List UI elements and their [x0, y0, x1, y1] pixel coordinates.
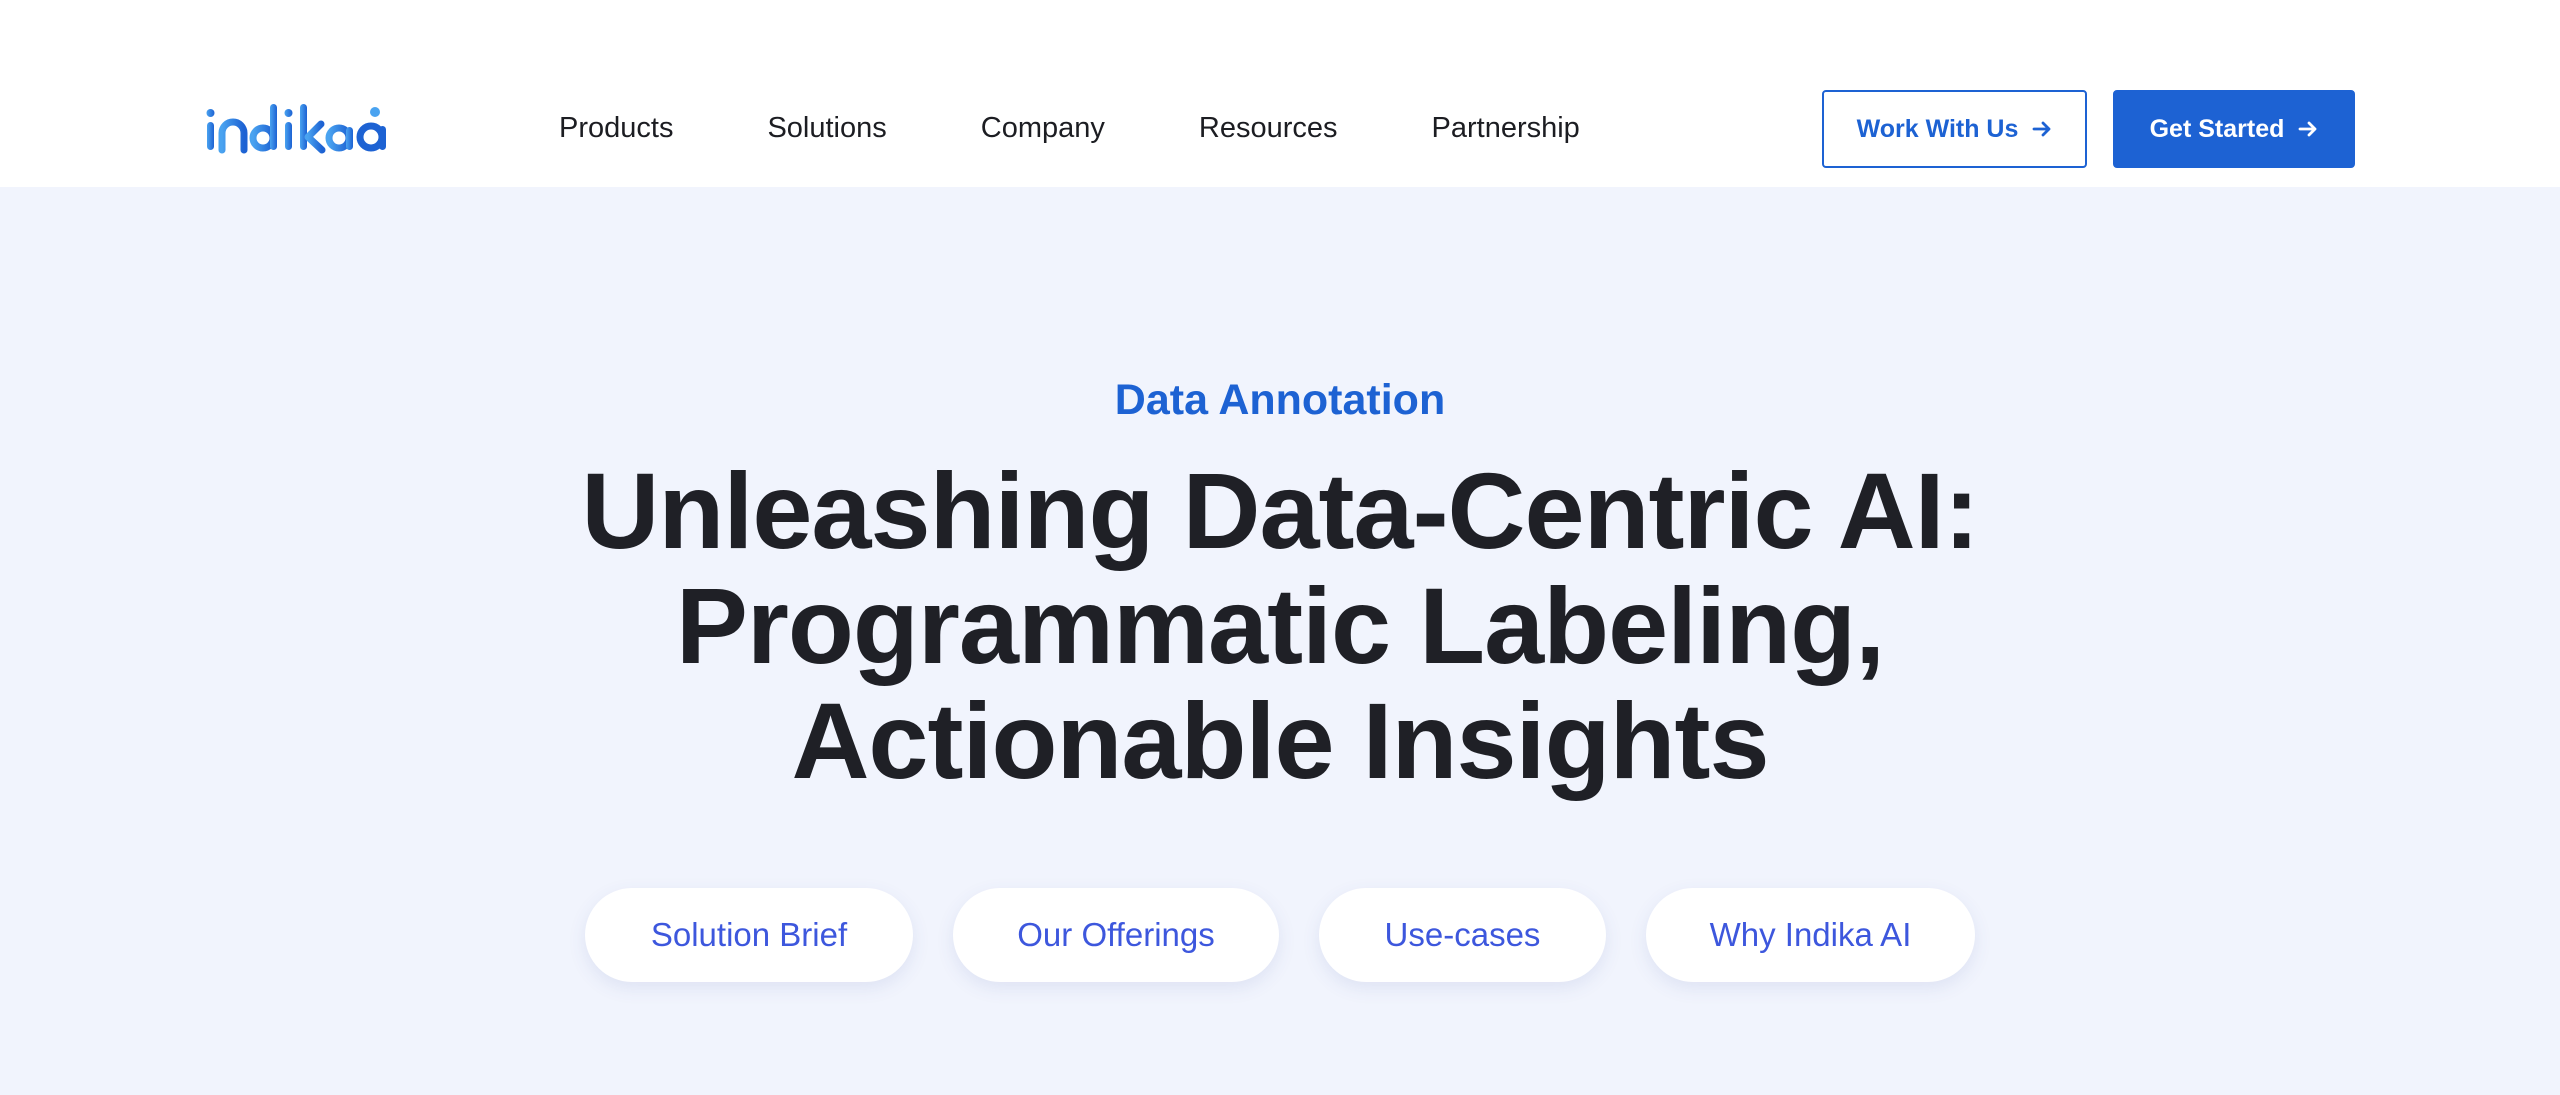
arrow-right-icon — [2298, 119, 2318, 139]
main-nav: Products Solutions Company Resources Par… — [559, 108, 1580, 148]
pill-solution-brief[interactable]: Solution Brief — [585, 888, 913, 982]
site-header: Products Solutions Company Resources Par… — [0, 0, 2560, 187]
hero-pill-links: Solution Brief Our Offerings Use-cases W… — [0, 888, 2560, 982]
hero-eyebrow: Data Annotation — [1114, 376, 1446, 424]
hero-headline-line-3: Actionable Insights — [791, 680, 1769, 801]
nav-item-products[interactable]: Products — [559, 112, 673, 145]
nav-item-company[interactable]: Company — [981, 112, 1105, 145]
work-with-us-button[interactable]: Work With Us — [1822, 90, 2087, 168]
get-started-label: Get Started — [2149, 114, 2285, 143]
indika-ai-logo-mark — [206, 104, 386, 154]
pill-our-offerings[interactable]: Our Offerings — [953, 888, 1279, 982]
work-with-us-label: Work With Us — [1856, 114, 2019, 143]
indika-ai-logo[interactable] — [205, 100, 387, 156]
pill-use-cases[interactable]: Use-cases — [1319, 888, 1606, 982]
arrow-right-icon — [2032, 119, 2052, 139]
nav-item-resources[interactable]: Resources — [1199, 112, 1338, 145]
hero-headline-line-2: Programmatic Labeling, — [675, 565, 1885, 686]
nav-item-partnership[interactable]: Partnership — [1432, 112, 1580, 145]
get-started-button[interactable]: Get Started — [2113, 90, 2355, 168]
hero-headline-line-1: Unleashing Data-Centric AI: — [581, 450, 1979, 571]
pill-why-indika-ai[interactable]: Why Indika AI — [1646, 888, 1975, 982]
nav-item-solutions[interactable]: Solutions — [767, 112, 886, 145]
hero-headline: Unleashing Data-Centric AI: Programmatic… — [380, 453, 2180, 798]
